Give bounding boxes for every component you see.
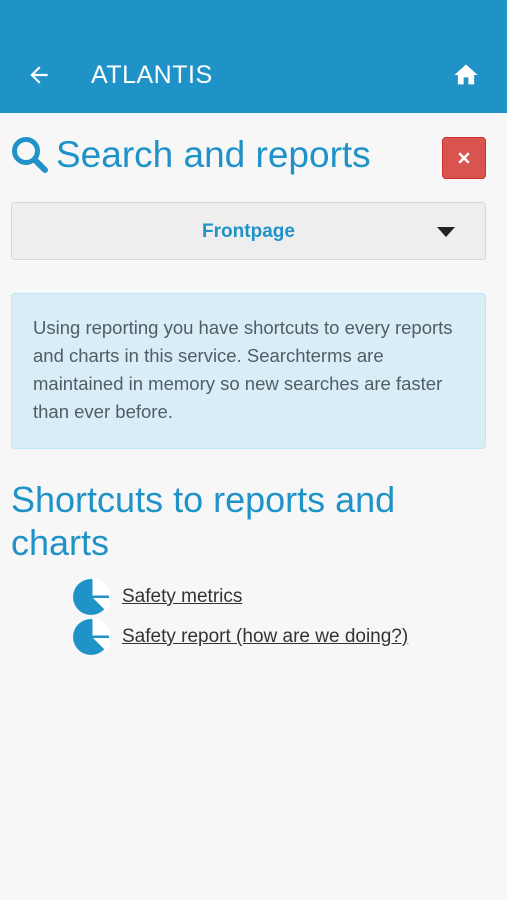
page-select-dropdown[interactable]: Frontpage bbox=[11, 202, 486, 260]
app-title: ATLANTIS bbox=[91, 61, 213, 89]
back-button[interactable] bbox=[22, 58, 56, 92]
arrow-left-icon bbox=[30, 66, 48, 84]
report-shortcut-list: Safety metrics Safety report (how are we… bbox=[72, 578, 408, 658]
page-heading: Search and reports bbox=[10, 131, 371, 179]
info-alert: Using reporting you have shortcuts to ev… bbox=[11, 293, 486, 449]
app-bar: ATLANTIS bbox=[0, 0, 507, 113]
select-value: Frontpage bbox=[202, 221, 295, 242]
search-icon bbox=[12, 137, 48, 173]
home-icon bbox=[454, 64, 478, 85]
pie-chart-icon bbox=[73, 618, 110, 655]
close-button[interactable] bbox=[442, 137, 486, 179]
pie-chart-icon bbox=[73, 578, 110, 615]
close-icon bbox=[458, 152, 470, 164]
report-link-safety-report[interactable]: Safety report (how are we doing?) bbox=[122, 626, 408, 648]
info-text: Using reporting you have shortcuts to ev… bbox=[33, 317, 453, 422]
report-link-safety-metrics[interactable]: Safety metrics bbox=[122, 586, 242, 608]
list-item: Safety report (how are we doing?) bbox=[72, 618, 408, 656]
list-item: Safety metrics bbox=[72, 578, 408, 616]
page-title: Search and reports bbox=[56, 134, 371, 175]
caret-down-icon bbox=[437, 227, 455, 237]
shortcuts-heading: Shortcuts to reports and charts bbox=[11, 479, 396, 563]
home-button[interactable] bbox=[449, 58, 483, 92]
